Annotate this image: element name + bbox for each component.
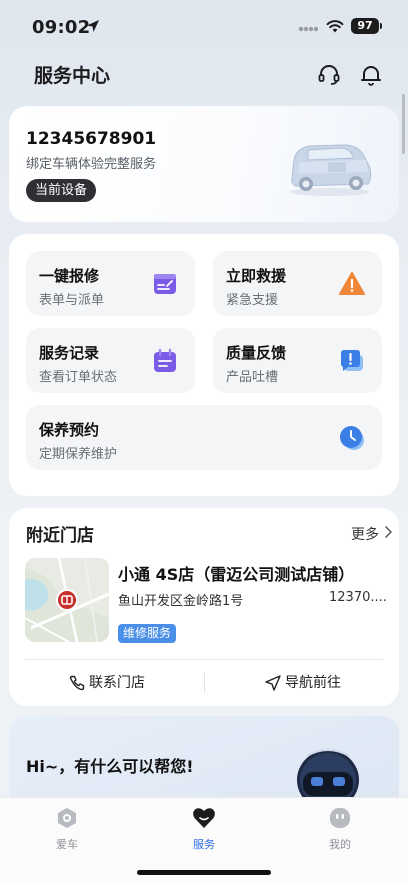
battery-indicator: 97 [351, 18, 382, 34]
divider [25, 659, 383, 660]
location-arrow-icon [87, 20, 99, 32]
service-subtitle: 表单与派单 [39, 293, 105, 308]
assistant-banner[interactable]: Hi~，有什么可以帮您! [9, 716, 399, 806]
scroll-indicator[interactable] [402, 94, 405, 154]
clock-icon [340, 426, 364, 450]
heart-tab-icon [193, 808, 215, 828]
feedback-icon [341, 350, 363, 371]
tab-service[interactable]: 服务 [174, 806, 234, 854]
tab-label: 爱车 [56, 838, 78, 851]
section-title: 附近门店 [26, 526, 94, 546]
service-records[interactable]: 服务记录 查看订单状态 [26, 328, 195, 393]
device-phone: 12345678901 [26, 129, 157, 149]
store-map-thumbnail[interactable] [25, 558, 109, 642]
service-subtitle: 紧急支援 [226, 293, 279, 308]
contact-store-button[interactable]: 联系门店 [69, 672, 169, 694]
services-card: 一键报修 表单与派单 立即救援 紧急支援 服务记录 查看订单状态 质量反馈 产品… [9, 234, 399, 496]
record-icon [154, 348, 176, 372]
current-device-badge: 当前设备 [26, 179, 97, 202]
service-tag: 维修服务 [118, 624, 177, 643]
service-subtitle: 产品吐槽 [226, 370, 279, 385]
home-indicator [137, 870, 271, 875]
status-bar: 09:02 97 [0, 0, 408, 52]
header: 服务中心 [0, 52, 408, 96]
tab-mine[interactable]: 我的 [310, 806, 370, 854]
service-subtitle: 定期保养维护 [39, 447, 118, 462]
service-title: 服务记录 [39, 344, 100, 362]
repair-form-icon [154, 274, 176, 294]
tab-label: 服务 [193, 838, 215, 851]
car-image [290, 144, 372, 196]
navigate-label: 导航前往 [285, 675, 341, 691]
store-address: 鱼山开发区金岭路1号 [118, 594, 244, 609]
warning-icon [339, 272, 365, 295]
phone-icon [69, 675, 85, 691]
page-title: 服务中心 [34, 65, 111, 87]
service-title: 立即救援 [226, 267, 287, 285]
wifi-icon [326, 20, 344, 33]
tab-car[interactable]: 爱车 [37, 806, 97, 854]
status-time: 09:02 [32, 17, 91, 38]
service-feedback[interactable]: 质量反馈 产品吐槽 [213, 328, 382, 393]
bell-icon[interactable] [358, 62, 384, 88]
car-tab-icon [58, 808, 76, 828]
signal-dots-icon [298, 26, 318, 32]
headset-icon[interactable] [316, 62, 342, 88]
service-rescue[interactable]: 立即救援 紧急支援 [213, 251, 382, 316]
map-image [25, 558, 109, 642]
device-description: 绑定车辆体验完整服务 [26, 157, 157, 172]
service-maintenance[interactable]: 保养预约 定期保养维护 [26, 405, 382, 470]
service-title: 一键报修 [39, 267, 100, 285]
store-name[interactable]: 小通 4S店（雷迈公司测试店铺） [118, 561, 354, 585]
service-title: 保养预约 [39, 421, 100, 439]
navigation-icon [265, 675, 281, 691]
divider [204, 673, 205, 693]
tab-bar: 爱车 服务 我的 [0, 797, 408, 883]
service-subtitle: 查看订单状态 [39, 370, 118, 385]
navigate-button[interactable]: 导航前往 [265, 672, 365, 694]
service-title: 质量反馈 [226, 344, 287, 362]
tab-label: 我的 [329, 838, 351, 851]
store-phone: 12370.... [329, 590, 387, 605]
contact-store-label: 联系门店 [89, 675, 145, 691]
assistant-greeting: Hi~，有什么可以帮您! [26, 757, 194, 776]
profile-tab-icon [330, 808, 350, 828]
chevron-right-icon[interactable] [384, 526, 392, 538]
more-link[interactable]: 更多 [351, 524, 379, 544]
service-repair[interactable]: 一键报修 表单与派单 [26, 251, 195, 316]
device-card[interactable]: 12345678901 绑定车辆体验完整服务 当前设备 [9, 106, 399, 222]
nearby-stores-card: 附近门店 更多 小通 4S店（雷迈公司测试店铺） 鱼山开发区金岭路1号 1237… [9, 508, 399, 706]
